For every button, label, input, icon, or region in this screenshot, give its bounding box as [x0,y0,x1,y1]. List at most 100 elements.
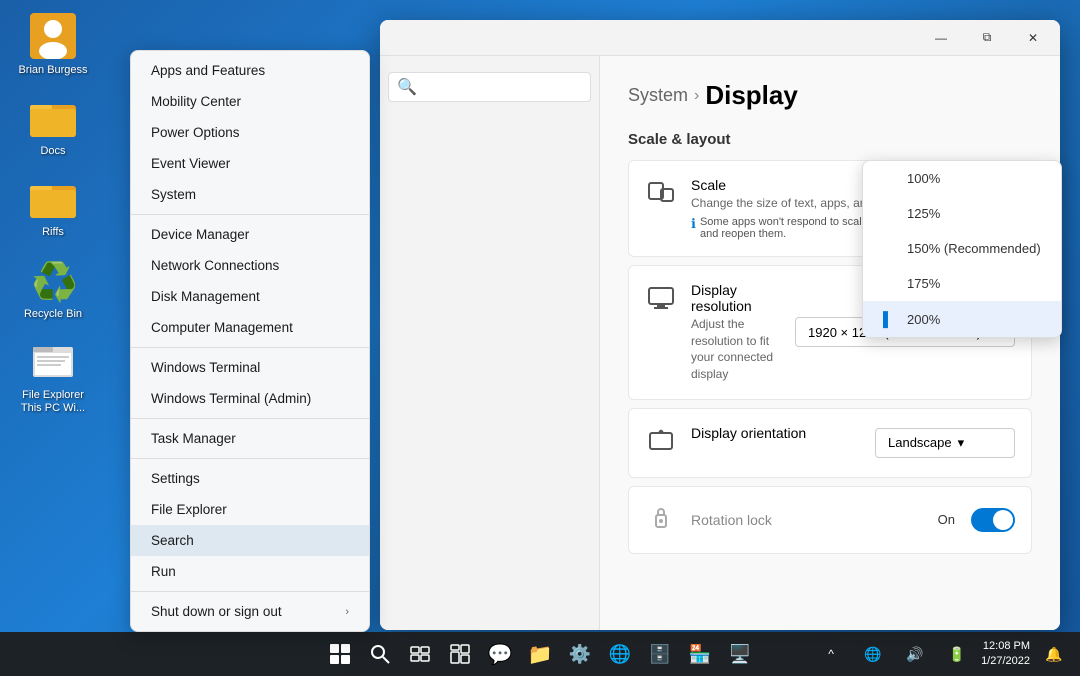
network-icon[interactable]: 🌐 [855,636,891,672]
explorer-taskbar-button[interactable]: 📁 [522,636,558,672]
file-explorer-icon [29,337,77,385]
settings-sidebar: 🔍 [380,56,600,630]
fileexplorer-label: File Explorer This PC Wi... [12,389,94,415]
menu-item-event-viewer[interactable]: Event Viewer [131,148,369,179]
orientation-card: Display orientation Landscape ▾ [628,408,1032,478]
menu-divider-2 [131,347,369,348]
info-icon: ℹ [691,216,696,232]
window-titlebar: — ⧉ ✕ [380,20,1060,56]
scale-check-200: ▌ [883,311,899,327]
desktop-icons: Brian Burgess Docs Riffs [0,0,110,427]
settings-content: 🔍 System › Display Scale & layout [380,56,1060,630]
menu-divider-1 [131,214,369,215]
rotation-lock-card: Rotation lock On [628,486,1032,554]
scale-option-150[interactable]: 150% (Recommended) [863,231,1061,266]
task-view-button[interactable] [402,636,438,672]
desktop-icon-brian[interactable]: Brian Burgess [8,8,98,81]
chat-button[interactable]: 💬 [482,636,518,672]
taskbar-center: 💬 📁 ⚙️ 🌐 🗄️ 🏪 🖥️ [322,636,758,672]
riffs-label: Riffs [42,226,64,239]
orientation-control: Landscape ▾ [875,428,1015,458]
breadcrumb-current: Display [705,80,798,111]
rotation-lock-toggle[interactable] [971,508,1015,532]
scale-layout-title: Scale & layout [628,131,1032,148]
store-button[interactable]: 🏪 [682,636,718,672]
scale-option-175[interactable]: 175% [863,266,1061,301]
menu-item-windows-terminal[interactable]: Windows Terminal [131,352,369,383]
docs-folder-icon [29,93,77,141]
resolution-info: Display resolution Adjust the resolution… [691,282,781,383]
menu-item-computer-management[interactable]: Computer Management [131,312,369,343]
taskbar-right: ^ 🌐 🔊 🔋 12:08 PM 1/27/2022 🔔 [813,636,1072,672]
menu-item-windows-terminal-admin[interactable]: Windows Terminal (Admin) [131,383,369,414]
svg-text:♻️: ♻️ [31,260,75,303]
menu-item-network-connections[interactable]: Network Connections [131,250,369,281]
menu-item-disk-management[interactable]: Disk Management [131,281,369,312]
notification-button[interactable]: 🔔 [1036,636,1072,672]
recycle-bin-icon: ♻️ [29,256,77,304]
menu-item-apps-features[interactable]: Apps and Features [131,55,369,86]
close-button[interactable]: ✕ [1010,22,1056,54]
desktop-icon-riffs[interactable]: Riffs [8,170,98,243]
toggle-knob [993,510,1013,530]
brian-label: Brian Burgess [18,64,87,77]
scale-option-125[interactable]: 125% [863,196,1061,231]
menu-item-run[interactable]: Run [131,556,369,587]
search-icon: 🔍 [397,77,417,97]
resolution-description: Adjust the resolution to fit your connec… [691,316,781,383]
toggle-on-label: On [938,512,955,527]
user-icon [29,12,77,60]
restore-button[interactable]: ⧉ [964,22,1010,54]
menu-item-device-manager[interactable]: Device Manager [131,219,369,250]
context-menu: Apps and Features Mobility Center Power … [130,50,370,632]
taskbar: 💬 📁 ⚙️ 🌐 🗄️ 🏪 🖥️ ^ 🌐 🔊 🔋 12:08 PM 1/27/2… [0,632,1080,676]
dell-button[interactable]: 🖥️ [722,636,758,672]
orientation-dropdown[interactable]: Landscape ▾ [875,428,1015,458]
app1-button[interactable]: 🗄️ [642,636,678,672]
settings-taskbar-button[interactable]: ⚙️ [562,636,598,672]
rotation-lock-name: Rotation lock [691,512,924,528]
scale-icon [645,179,677,213]
menu-item-shutdown[interactable]: Shut down or sign out › [131,596,369,627]
search-button[interactable] [362,636,398,672]
menu-item-system[interactable]: System [131,179,369,210]
start-button[interactable] [322,636,358,672]
riffs-folder-icon [29,174,77,222]
battery-icon[interactable]: 🔋 [939,636,975,672]
scale-option-200[interactable]: ▌ 200% [863,301,1061,337]
edge-button[interactable]: 🌐 [602,636,638,672]
menu-item-mobility-center[interactable]: Mobility Center [131,86,369,117]
resolution-name: Display resolution [691,282,781,314]
breadcrumb-system: System [628,85,688,106]
chevron-down-icon: ▾ [958,435,965,451]
rotation-lock-icon [645,505,677,537]
settings-main: System › Display Scale & layout Scale [600,56,1060,630]
rotation-lock-control: On [938,508,1015,532]
rotation-lock-info: Rotation lock [691,512,924,528]
menu-item-settings[interactable]: Settings [131,463,369,494]
menu-item-search[interactable]: Search [131,525,369,556]
scale-option-100[interactable]: 100% [863,161,1061,196]
shutdown-arrow-icon: › [345,606,349,618]
menu-item-task-manager[interactable]: Task Manager [131,423,369,454]
orientation-info: Display orientation [691,425,861,443]
docs-label: Docs [40,145,65,158]
orientation-name: Display orientation [691,425,861,441]
widgets-button[interactable] [442,636,478,672]
menu-item-file-explorer[interactable]: File Explorer [131,494,369,525]
orientation-icon [645,427,677,461]
settings-search[interactable]: 🔍 [388,72,591,102]
minimize-button[interactable]: — [918,22,964,54]
desktop-icon-recycle[interactable]: ♻️ Recycle Bin [8,252,98,325]
breadcrumb: System › Display [628,80,1032,111]
volume-icon[interactable]: 🔊 [897,636,933,672]
desktop: Brian Burgess Docs Riffs [0,0,1080,676]
menu-item-power-options[interactable]: Power Options [131,117,369,148]
desktop-icon-fileexplorer[interactable]: File Explorer This PC Wi... [8,333,98,419]
taskbar-time[interactable]: 12:08 PM 1/27/2022 [981,639,1030,670]
system-tray-expand[interactable]: ^ [813,636,849,672]
menu-divider-3 [131,418,369,419]
scale-dropdown-popup: 100% 125% 150% (Recommended) 175% ▌ 200% [862,160,1062,338]
menu-divider-5 [131,591,369,592]
desktop-icon-docs[interactable]: Docs [8,89,98,162]
